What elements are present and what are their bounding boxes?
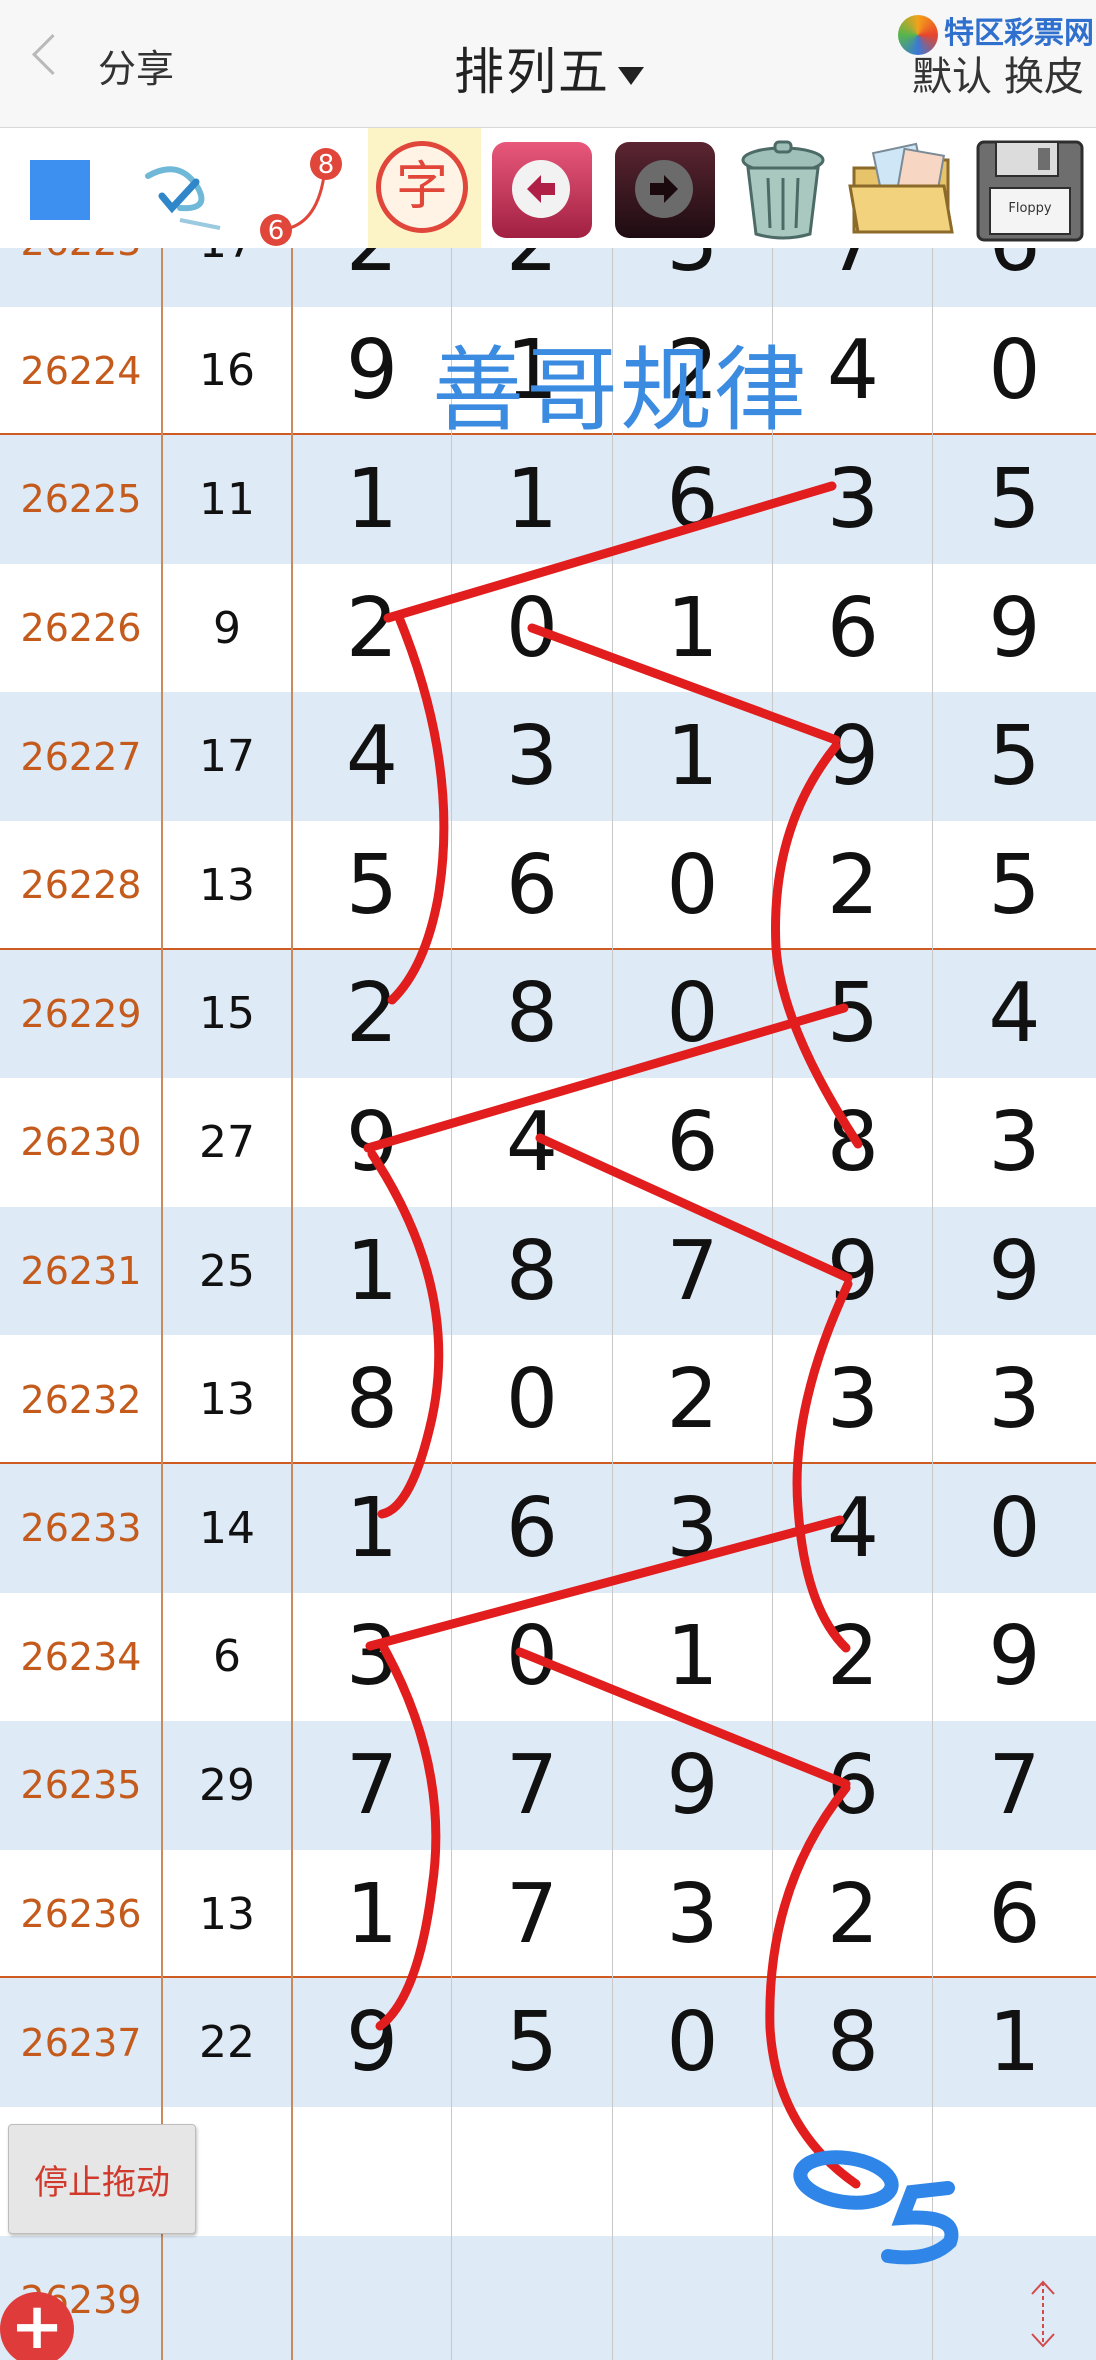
add-plus-icon[interactable]: + [0, 2292, 74, 2360]
text-tool-label: 字 [376, 141, 468, 233]
undo-arrow-icon[interactable] [492, 142, 592, 238]
pen-tool-icon[interactable] [140, 148, 230, 238]
page-title[interactable]: 排列五 [454, 32, 644, 104]
scroll-arrows-icon[interactable] [1018, 2274, 1068, 2354]
color-square-tool[interactable] [30, 160, 90, 220]
dropdown-caret-icon[interactable] [618, 66, 644, 85]
header-bar: 分享 排列五 特区彩票网 默认 换皮 [0, 0, 1096, 128]
badge-bottom: 6 [268, 216, 285, 246]
disk-label: Floppy [1008, 201, 1052, 216]
handwritten-five-stroke [881, 2181, 959, 2265]
trend-line [375, 1643, 441, 2031]
handdrawn-overlay [363, 481, 959, 2265]
trend-line [765, 1783, 861, 2189]
trend-line [363, 1003, 849, 1153]
open-folder-icon[interactable] [848, 142, 958, 238]
share-button[interactable]: 分享 [98, 38, 174, 93]
trend-line [771, 741, 863, 1149]
header-actions: 默认 换皮 [912, 44, 1096, 102]
save-disk-icon[interactable]: Floppy [970, 136, 1090, 246]
trend-line [383, 481, 837, 623]
trend-line [367, 1149, 444, 1519]
skin-button[interactable]: 换皮 [1004, 54, 1084, 100]
default-button[interactable]: 默认 [912, 54, 992, 100]
drawing-toolbar: 8 6 字 Floppy [0, 128, 1096, 248]
trend-line [535, 1133, 853, 1283]
stop-drag-button[interactable]: 停止拖动 [8, 2124, 196, 2234]
handwritten-05 [793, 2150, 959, 2265]
trend-line [387, 615, 449, 1005]
text-tool[interactable]: 字 [368, 128, 481, 248]
title-text: 排列五 [454, 43, 610, 101]
number-link-tool-icon[interactable]: 8 6 [252, 138, 352, 248]
badge-top: 8 [318, 150, 335, 180]
brand-logo: 特区彩票网 [898, 8, 1094, 55]
trend-line [792, 1279, 853, 1653]
draw-chart-table[interactable]: 2622317225762622416912402622511116352622… [0, 248, 1096, 2360]
back-chevron-icon[interactable] [31, 33, 74, 76]
trend-line [515, 1647, 851, 1789]
trash-icon[interactable] [728, 138, 838, 242]
trend-line [527, 623, 841, 745]
trend-line [365, 1515, 845, 1651]
redo-arrow-icon[interactable] [615, 142, 715, 238]
